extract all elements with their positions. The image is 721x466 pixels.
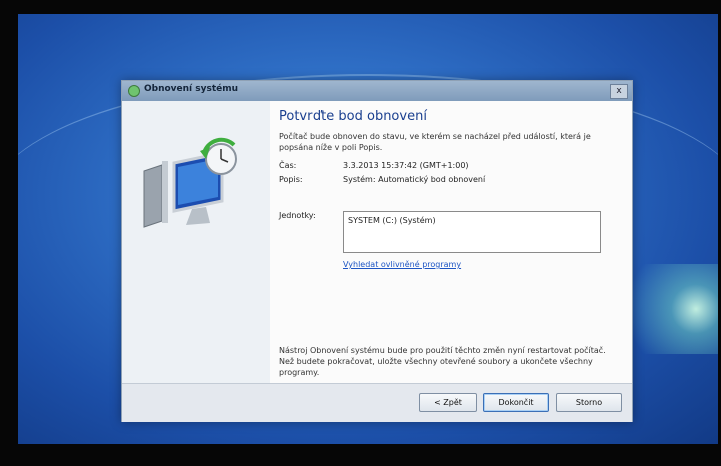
desktop-background: Obnovení systému x Potvrďte bod obnovení… xyxy=(18,14,718,444)
dialog-footer: < Zpět Dokončit Storno xyxy=(122,383,632,422)
time-value: 3.3.2013 15:37:42 (GMT+1:00) xyxy=(343,161,469,170)
finish-button[interactable]: Dokončit xyxy=(483,393,549,412)
system-restore-icon xyxy=(128,85,140,97)
restart-note: Nástroj Obnovení systému bude pro použit… xyxy=(279,346,606,377)
back-button[interactable]: < Zpět xyxy=(419,393,477,412)
close-button[interactable]: x xyxy=(610,84,628,99)
page-title: Potvrďte bod obnovení xyxy=(279,109,427,124)
drives-list-item[interactable]: SYSTEM (C:) (Systém) xyxy=(348,216,436,225)
side-panel xyxy=(122,101,270,383)
drives-label: Jednotky: xyxy=(279,211,316,220)
affected-programs-link[interactable]: Vyhledat ovlivněné programy xyxy=(343,260,461,269)
page-description: Počítač bude obnoven do stavu, ve kterém… xyxy=(279,132,591,152)
content-panel: Potvrďte bod obnovení Počítač bude obnov… xyxy=(270,101,632,383)
description-label: Popis: xyxy=(279,175,303,184)
time-label: Čas: xyxy=(279,161,297,170)
titlebar[interactable]: Obnovení systému x xyxy=(122,81,632,101)
description-value: Systém: Automatický bod obnovení xyxy=(343,175,486,184)
window-title: Obnovení systému xyxy=(144,84,239,94)
drives-listbox[interactable]: SYSTEM (C:) (Systém) xyxy=(343,211,601,253)
restore-illustration-icon xyxy=(143,137,237,228)
system-restore-dialog: Obnovení systému x Potvrďte bod obnovení… xyxy=(121,80,633,422)
cancel-button[interactable]: Storno xyxy=(556,393,622,412)
